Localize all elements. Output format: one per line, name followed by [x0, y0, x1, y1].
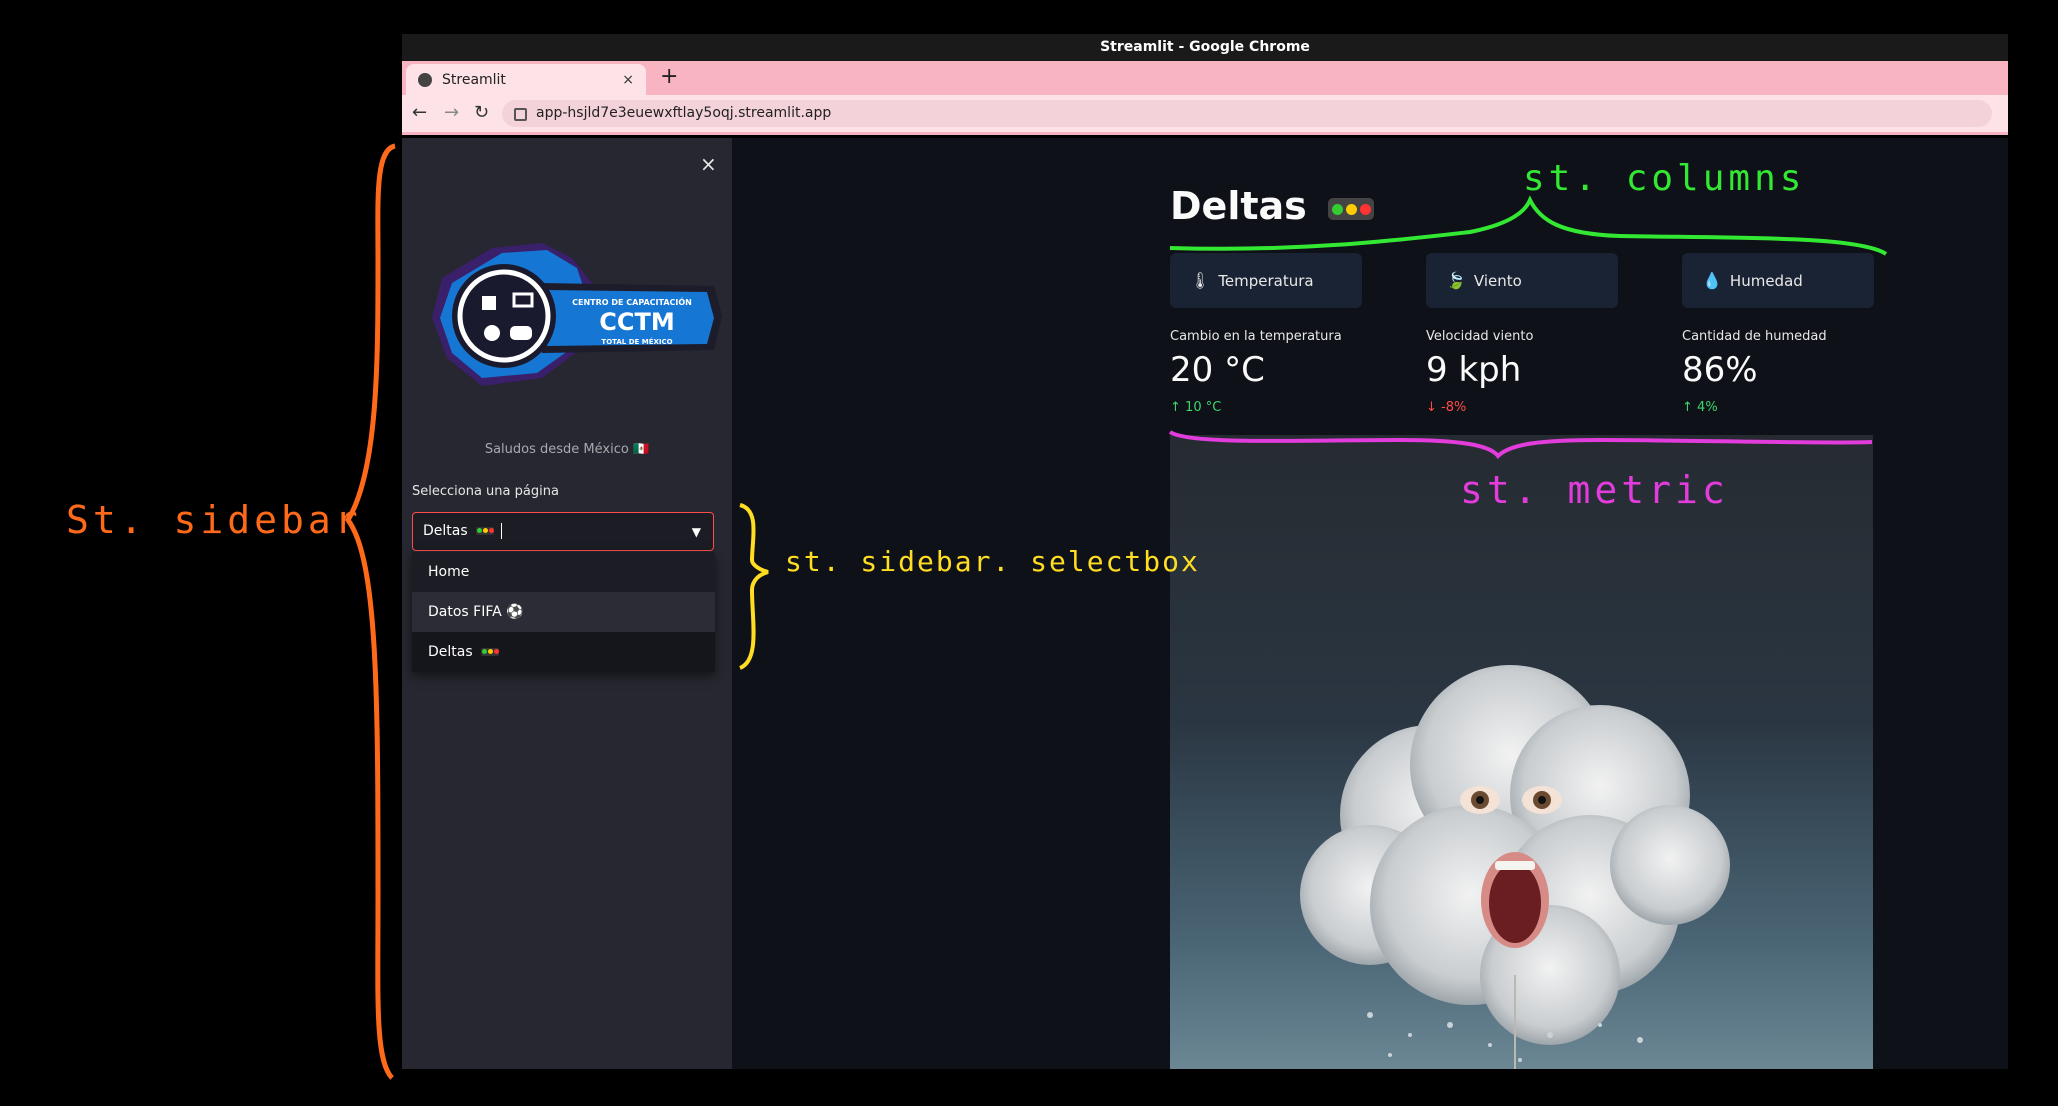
sidebar-brace — [344, 143, 396, 1080]
selectbox-annotation: st. sidebar. selectbox — [785, 545, 1200, 578]
metric-brace — [1168, 430, 1873, 460]
sidebar-annotation: St. sidebar — [66, 498, 362, 542]
selectbox-brace — [738, 503, 769, 670]
columns-brace — [1169, 195, 1888, 256]
columns-annotation: st. columns — [1523, 158, 1806, 199]
metric-annotation: st. metric — [1460, 468, 1729, 512]
